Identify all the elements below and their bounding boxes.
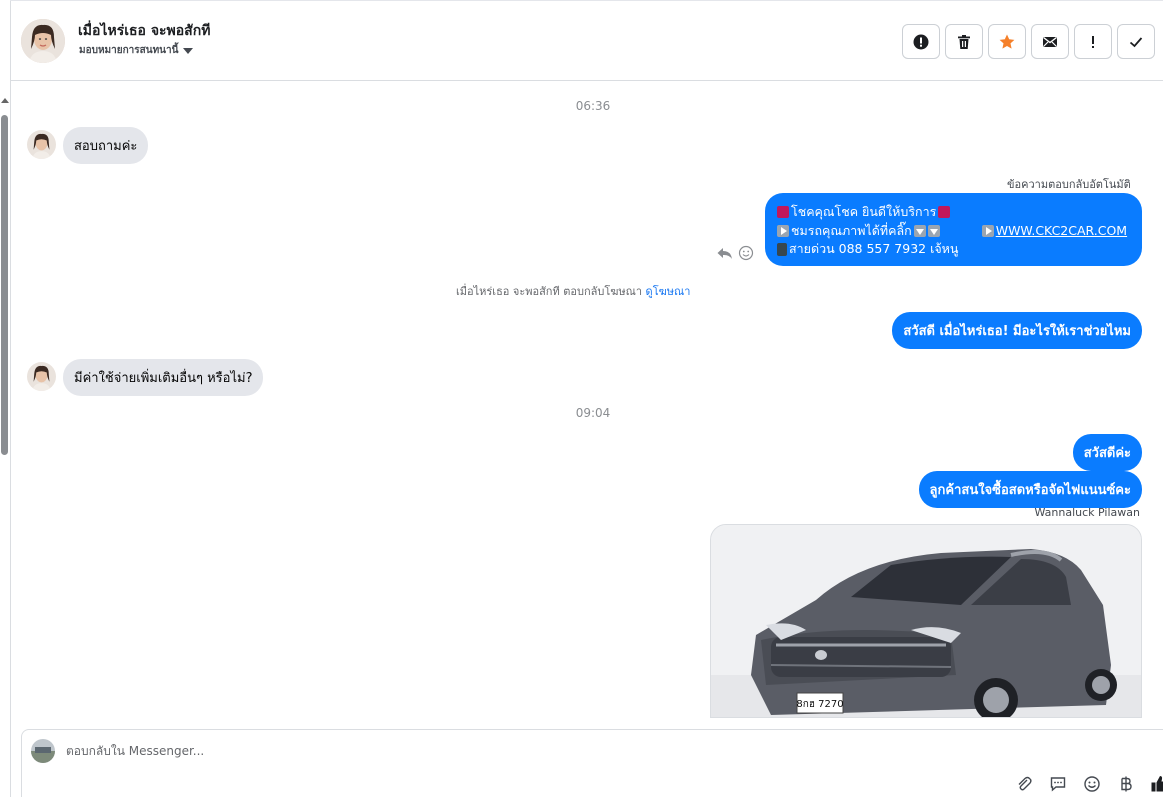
delete-button[interactable] (945, 24, 983, 59)
outgoing-message[interactable]: ลูกค้าสนใจซื้อสดหรือจัดไฟแนนซ์คะ (918, 471, 1142, 508)
mark-spam-button[interactable] (902, 24, 940, 59)
message-actions (716, 245, 754, 261)
assign-label: มอบหมายการสนทนานี้ (79, 45, 179, 56)
reply-icon[interactable] (716, 245, 734, 261)
sparkle-emoji-icon (777, 206, 789, 219)
checkmark-icon (1129, 36, 1143, 47)
message-composer (21, 729, 1163, 797)
alert-circle-icon (913, 34, 929, 49)
sender-name: Wannaluck Pilawan (1034, 506, 1141, 519)
auto-reply-line1: โชคคุณโชค ยินดีให้บริการ (791, 204, 937, 219)
sparkle-emoji-icon (938, 206, 951, 219)
follow-up-button[interactable] (1074, 24, 1112, 59)
license-plate: 8กฮ 7270 (796, 699, 843, 710)
left-divider (10, 0, 11, 797)
emoji-icon[interactable] (1082, 774, 1102, 794)
contact-avatar-small (27, 362, 56, 391)
attach-file-icon[interactable] (1014, 774, 1034, 794)
mark-unread-button[interactable] (1031, 24, 1069, 59)
page-avatar (31, 739, 55, 763)
star-icon (999, 34, 1015, 49)
exclamation-icon (1092, 35, 1094, 48)
auto-reply-label: ข้อความตอบกลับอัตโนมัติ (1007, 178, 1131, 191)
play-emoji-icon (981, 224, 994, 237)
website-link[interactable]: WWW.CKC2CAR.COM (996, 222, 1127, 241)
outgoing-message[interactable]: สวัสดี เมื่อไหร่เธอ! มีอะไรให้เราช่วยไหม (892, 312, 1142, 349)
auto-reply-message[interactable]: โชคคุณโชค ยินดีให้บริการ ชมรถคุณภาพได้ที… (765, 193, 1142, 266)
down-arrow-emoji-icon (913, 224, 926, 237)
play-emoji-icon (777, 224, 789, 237)
contact-avatar-small (27, 130, 56, 159)
trash-icon (958, 34, 970, 49)
payment-baht-icon[interactable] (1116, 774, 1136, 794)
timestamp: 06:36 (575, 99, 611, 113)
auto-reply-line2: ชมรถคุณภาพได้ที่คลิ๊ก (791, 222, 912, 238)
saved-replies-icon[interactable] (1048, 774, 1068, 794)
view-ad-link[interactable]: ดูโฆษณา (646, 285, 691, 298)
scrollbar-thumb[interactable] (1, 115, 8, 455)
mark-done-button[interactable] (1117, 24, 1155, 59)
scroll-up-arrow-icon[interactable] (1, 98, 9, 103)
incoming-message[interactable]: มีค่าใช้จ่ายเพิ่มเติมอื่นๆ หรือไม่? (63, 359, 264, 396)
envelope-icon (1043, 36, 1057, 47)
timestamp: 09:04 (575, 406, 611, 420)
incoming-message[interactable]: สอบถามค่ะ (63, 127, 149, 164)
conversation-header: เมื่อไหร่เธอ จะพอสักที มอบหมายการสนทนานี… (11, 1, 1163, 81)
composer-toolbar (1014, 774, 1163, 794)
car-photo-attachment[interactable]: 8กฮ 7270 (710, 524, 1142, 718)
reply-input[interactable] (66, 741, 666, 761)
ad-reply-text: เมื่อไหร่เธอ จะพอสักที ตอบกลับโฆษณา (456, 285, 643, 298)
emoji-reaction-icon[interactable] (738, 245, 754, 261)
ad-reply-notice: เมื่อไหร่เธอ จะพอสักที ตอบกลับโฆษณา ดูโฆ… (456, 282, 690, 300)
contact-avatar[interactable] (21, 19, 65, 63)
star-button[interactable] (988, 24, 1026, 59)
down-arrow-emoji-icon (927, 224, 940, 237)
thumbs-up-icon[interactable] (1150, 774, 1163, 794)
phone-emoji-icon (777, 242, 787, 256)
contact-name[interactable]: เมื่อไหร่เธอ จะพอสักที (78, 20, 210, 42)
auto-reply-line3: สายด่วน 088 557 7932 เจ้หนู (789, 241, 959, 256)
assign-conversation-dropdown[interactable]: มอบหมายการสนทนานี้ (79, 43, 194, 58)
outgoing-message[interactable]: สวัสดีค่ะ (1072, 434, 1142, 471)
caret-down-icon (183, 47, 194, 54)
